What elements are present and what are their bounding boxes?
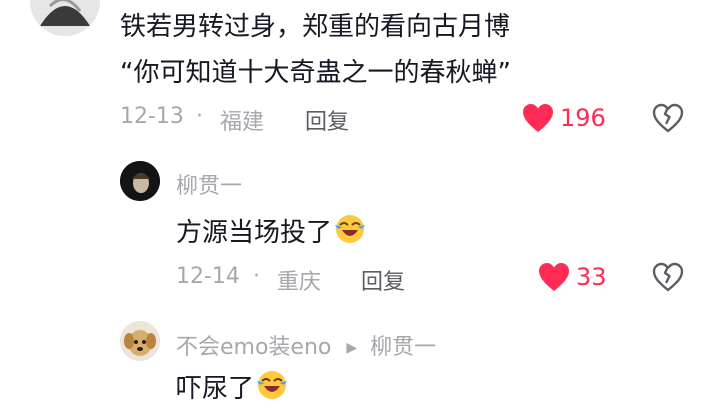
comment-dislike-button[interactable] xyxy=(652,103,684,137)
reply-reply-button[interactable]: 回复 xyxy=(361,264,405,296)
reply-to-arrow-icon: ▶ xyxy=(346,340,358,356)
comment-like-button[interactable]: 196 xyxy=(522,103,606,133)
broken-heart-icon xyxy=(652,103,684,133)
comment-like-count: 196 xyxy=(560,104,606,132)
comment-text-line2: “你可知道十大奇蛊之一的春秋蝉” xyxy=(120,58,511,88)
reply2-avatar[interactable] xyxy=(120,321,160,361)
reply-like-button[interactable]: 33 xyxy=(538,262,607,292)
reply2-header: 不会emo装eno ▶ 柳贯一 xyxy=(176,329,436,361)
reply2-target-username[interactable]: 柳贯一 xyxy=(370,335,436,360)
comment-location: 福建 xyxy=(220,110,265,135)
reply-location: 重庆 xyxy=(277,270,322,295)
comment-reply-button[interactable]: 回复 xyxy=(305,104,349,136)
comment-text-line1: 铁若男转过身，郑重的看向古月博 xyxy=(120,12,511,42)
heart-filled-icon xyxy=(523,104,553,132)
reply-username[interactable]: 柳贯一 xyxy=(176,168,242,200)
crying-laughing-emoji-icon xyxy=(256,369,288,408)
reply-like-count: 33 xyxy=(576,263,607,291)
meta-separator: · xyxy=(253,264,260,289)
reply2-username[interactable]: 不会emo装eno xyxy=(176,335,331,360)
reply2-text: 吓尿了 xyxy=(176,368,288,408)
broken-heart-icon xyxy=(652,262,684,292)
reply-text-content: 方源当场投了 xyxy=(176,218,333,248)
reply-date: 12-14 xyxy=(176,264,240,289)
meta-separator: · xyxy=(196,104,203,129)
comment-avatar[interactable] xyxy=(30,0,100,36)
reply-avatar[interactable] xyxy=(120,161,160,201)
comment-date: 12-13 xyxy=(120,104,184,129)
crying-laughing-emoji-icon xyxy=(334,213,366,252)
reply-text: 方源当场投了 xyxy=(176,212,366,252)
heart-filled-icon xyxy=(539,263,569,291)
reply2-text-content: 吓尿了 xyxy=(176,374,255,404)
reply-dislike-button[interactable] xyxy=(652,262,684,296)
